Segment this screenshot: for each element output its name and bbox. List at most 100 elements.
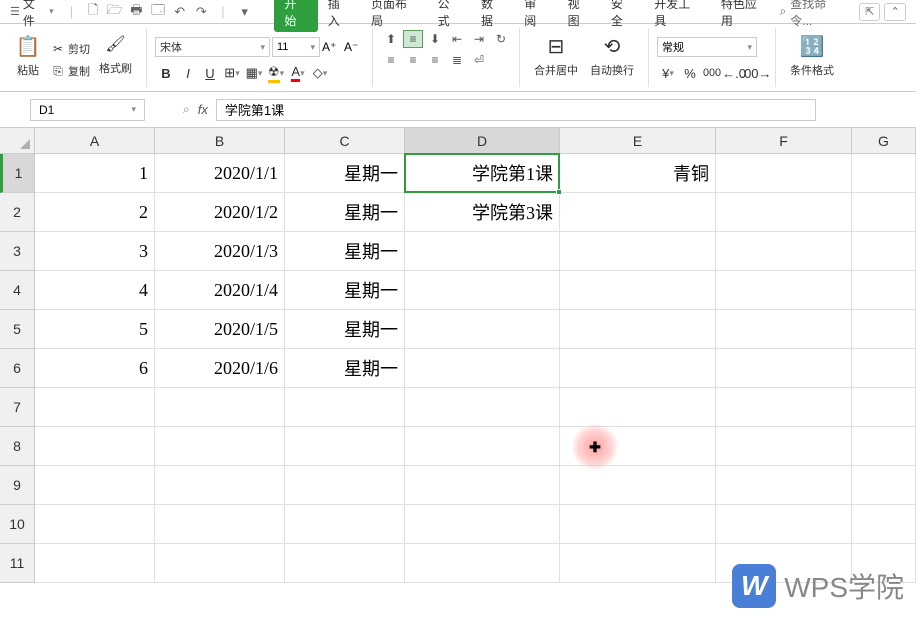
cell-E1[interactable]: 青铜 [560, 154, 716, 193]
cell-B7[interactable] [155, 388, 285, 427]
file-menu[interactable]: ☰ 文件 ▾ [4, 0, 60, 29]
cell-D8[interactable] [405, 427, 560, 466]
print-icon[interactable]: 🖶 [127, 2, 147, 22]
cell-D11[interactable] [405, 544, 560, 583]
cell-E8[interactable] [560, 427, 716, 466]
cell-C10[interactable] [285, 505, 405, 544]
cell-C6[interactable]: 星期一 [285, 349, 405, 388]
cell-D1[interactable]: 学院第1课 [405, 154, 560, 193]
row-head-6[interactable]: 6 [0, 349, 35, 388]
align-justify-button[interactable]: ≣ [447, 51, 467, 69]
cell-B8[interactable] [155, 427, 285, 466]
tab-special[interactable]: 特色应用 [711, 0, 778, 32]
orientation-button[interactable]: ↻ [491, 30, 511, 48]
cell-E9[interactable] [560, 466, 716, 505]
tab-data[interactable]: 数据 [471, 0, 514, 32]
cell-D9[interactable] [405, 466, 560, 505]
cell-F3[interactable] [716, 232, 852, 271]
row-head-2[interactable]: 2 [0, 193, 35, 232]
cell-A6[interactable]: 6 [35, 349, 155, 388]
paste-button[interactable]: 📋 粘贴 [8, 30, 48, 80]
align-bottom-button[interactable]: ⬇ [425, 30, 445, 48]
cell-style-button[interactable]: ▦▾ [243, 63, 265, 83]
cell-D4[interactable] [405, 271, 560, 310]
redo-icon[interactable]: ↷ [191, 2, 211, 22]
row-head-1[interactable]: 1 [0, 154, 35, 193]
cell-C4[interactable]: 星期一 [285, 271, 405, 310]
open-icon[interactable]: 🗁 [105, 2, 125, 22]
number-format-select[interactable]: 常规▾ [657, 37, 757, 57]
cut-button[interactable]: ✂剪切 [48, 40, 93, 58]
row-head-10[interactable]: 10 [0, 505, 35, 544]
tab-insert[interactable]: 插入 [318, 0, 361, 32]
increase-font-button[interactable]: A⁺ [322, 40, 342, 54]
currency-button[interactable]: ¥▾ [657, 63, 679, 83]
cell-E3[interactable] [560, 232, 716, 271]
cell-E7[interactable] [560, 388, 716, 427]
fx-label[interactable]: fx [198, 102, 208, 117]
border-button[interactable]: ⊞▾ [221, 63, 243, 83]
cell-C5[interactable]: 星期一 [285, 310, 405, 349]
row-head-3[interactable]: 3 [0, 232, 35, 271]
cell-D7[interactable] [405, 388, 560, 427]
italic-button[interactable]: I [177, 63, 199, 83]
cell-C2[interactable]: 星期一 [285, 193, 405, 232]
cell-G5[interactable] [852, 310, 916, 349]
cell-B3[interactable]: 2020/1/3 [155, 232, 285, 271]
cell-F4[interactable] [716, 271, 852, 310]
wrap-text-big-button[interactable]: ⟲ 自动换行 [584, 30, 640, 80]
align-right-button[interactable]: ≡ [425, 51, 445, 69]
undo-icon[interactable]: ↶ [170, 2, 190, 22]
cell-A5[interactable]: 5 [35, 310, 155, 349]
row-head-9[interactable]: 9 [0, 466, 35, 505]
align-top-button[interactable]: ⬆ [381, 30, 401, 48]
cell-E11[interactable] [560, 544, 716, 583]
select-all-corner[interactable] [0, 128, 35, 154]
format-painter-button[interactable]: 🖌 格式刷 [93, 30, 138, 78]
wrap-text-button[interactable]: ⏎ [469, 51, 489, 69]
cell-F5[interactable] [716, 310, 852, 349]
bold-button[interactable]: B [155, 63, 177, 83]
cell-C3[interactable]: 星期一 [285, 232, 405, 271]
preview-icon[interactable]: 🗔 [148, 2, 168, 22]
align-middle-button[interactable]: ≡ [403, 30, 423, 48]
indent-decrease-button[interactable]: ⇤ [447, 30, 467, 48]
cell-B10[interactable] [155, 505, 285, 544]
cell-B5[interactable]: 2020/1/5 [155, 310, 285, 349]
cell-F1[interactable] [716, 154, 852, 193]
cell-C7[interactable] [285, 388, 405, 427]
col-head-E[interactable]: E [560, 128, 716, 154]
name-box[interactable]: D1 ▾ [30, 99, 145, 121]
cell-B1[interactable]: 2020/1/1 [155, 154, 285, 193]
col-head-A[interactable]: A [35, 128, 155, 154]
tab-dev-tools[interactable]: 开发工具 [644, 0, 711, 32]
fill-handle[interactable] [556, 189, 562, 195]
cell-F8[interactable] [716, 427, 852, 466]
cell-A10[interactable] [35, 505, 155, 544]
cell-G9[interactable] [852, 466, 916, 505]
cell-E4[interactable] [560, 271, 716, 310]
cell-A7[interactable] [35, 388, 155, 427]
cell-F2[interactable] [716, 193, 852, 232]
cell-A1[interactable]: 1 [35, 154, 155, 193]
col-head-C[interactable]: C [285, 128, 405, 154]
formula-input[interactable]: 学院第1课 [216, 99, 816, 121]
cell-E6[interactable] [560, 349, 716, 388]
tab-formula[interactable]: 公式 [428, 0, 471, 32]
fill-color-button[interactable]: ☢▾ [265, 63, 287, 83]
col-head-B[interactable]: B [155, 128, 285, 154]
cell-G4[interactable] [852, 271, 916, 310]
collapse-icon[interactable]: ⌃ [884, 3, 906, 21]
decrease-decimal-button[interactable]: .00→ [745, 63, 767, 83]
align-left-button[interactable]: ≡ [381, 51, 401, 69]
row-head-4[interactable]: 4 [0, 271, 35, 310]
cell-A2[interactable]: 2 [35, 193, 155, 232]
cell-G1[interactable] [852, 154, 916, 193]
align-center-button[interactable]: ≡ [403, 51, 423, 69]
tab-review[interactable]: 审阅 [514, 0, 557, 32]
cell-A4[interactable]: 4 [35, 271, 155, 310]
cell-B4[interactable]: 2020/1/4 [155, 271, 285, 310]
cell-C8[interactable] [285, 427, 405, 466]
cell-C11[interactable] [285, 544, 405, 583]
cell-E10[interactable] [560, 505, 716, 544]
